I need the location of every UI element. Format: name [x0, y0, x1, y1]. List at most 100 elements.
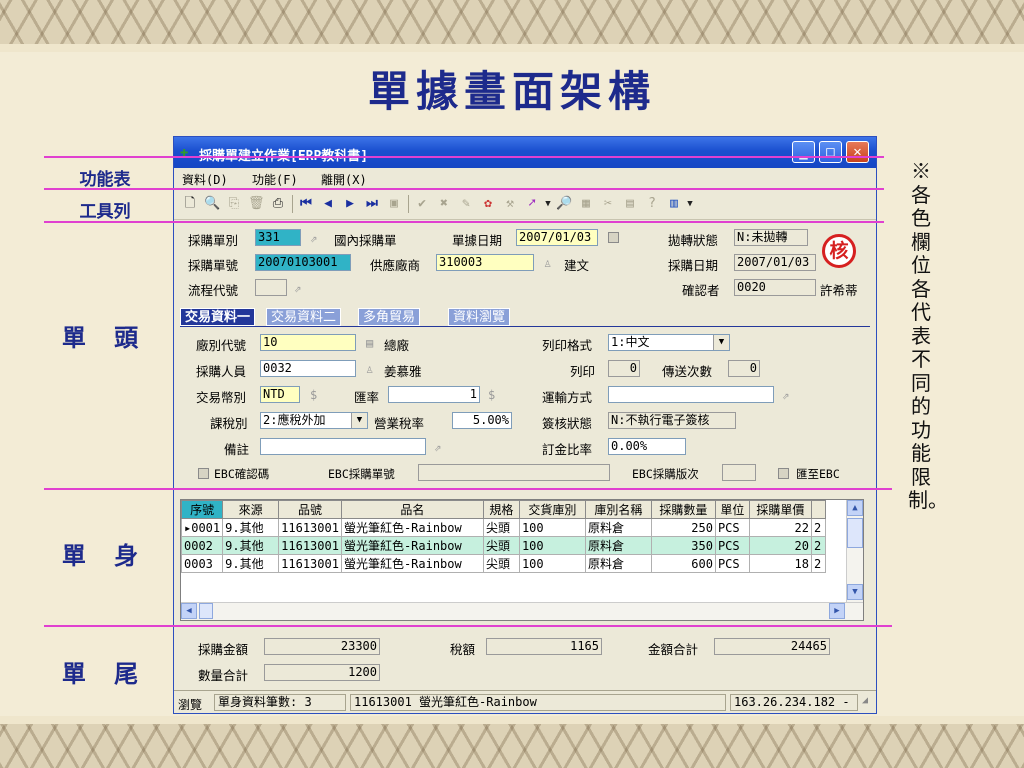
title-bar[interactable]: ✚ 採購單建立作業[ERP教科書] _ □ ✕	[174, 137, 876, 168]
attach-icon[interactable]: ✂	[600, 196, 616, 212]
calc-icon[interactable]: ▤	[622, 196, 638, 212]
order-no-field[interactable]: 20070103001	[255, 254, 351, 271]
vendor-field[interactable]: 310003	[436, 254, 534, 271]
deposit-field[interactable]: 0.00%	[608, 438, 686, 455]
tax-type-select[interactable]: 2:應稅外加 ▼	[260, 412, 368, 429]
previous-record-icon[interactable]: ◀	[320, 196, 336, 212]
table-row[interactable]: ▸0001 9.其他 11613001 螢光筆紅色-Rainbow 尖頭 100…	[181, 518, 826, 537]
resize-grip-icon[interactable]: ◢	[862, 695, 868, 706]
cell-source[interactable]: 9.其他	[222, 518, 280, 537]
cell-item-name[interactable]: 螢光筆紅色-Rainbow	[340, 518, 484, 537]
tab-triangle-trade[interactable]: 多角貿易	[358, 308, 421, 326]
cell-more[interactable]: 2	[810, 554, 826, 573]
print-format-select[interactable]: 1:中文 ▼	[608, 334, 730, 351]
confirm-icon[interactable]: ✔	[414, 196, 430, 212]
cell-warehouse-name[interactable]: 原料倉	[584, 554, 652, 573]
cell-qty[interactable]: 350	[650, 536, 716, 555]
search-icon[interactable]: 🔎	[556, 196, 572, 212]
cell-unit[interactable]: PCS	[714, 518, 750, 537]
help-icon[interactable]: ?	[644, 196, 660, 212]
doc-date-checkbox[interactable]	[608, 232, 619, 243]
buyer-field[interactable]: 0032	[260, 360, 356, 377]
cancel-icon[interactable]: ✖	[436, 196, 452, 212]
chevron-down-icon[interactable]: ▼	[713, 335, 729, 350]
ebc-code-checkbox[interactable]	[198, 468, 209, 479]
lookup-icon[interactable]: ⇗	[294, 281, 301, 295]
col-header[interactable]: 採購數量	[650, 500, 716, 519]
preview-icon[interactable]: 🔍	[204, 196, 220, 212]
new-icon[interactable]: 🗋	[182, 196, 198, 212]
chevron-right-icon[interactable]: ▶	[829, 603, 845, 619]
lookup-icon[interactable]: ⇗	[310, 231, 317, 245]
cell-source[interactable]: 9.其他	[222, 536, 280, 555]
cell-more[interactable]: 2	[810, 536, 826, 555]
cell-spec[interactable]: 尖頭	[482, 536, 520, 555]
cell-unit[interactable]: PCS	[714, 554, 750, 573]
menu-data[interactable]: 資料(D)	[182, 171, 228, 188]
order-type-field[interactable]: 331	[255, 229, 301, 246]
cell-price[interactable]: 18	[748, 554, 812, 573]
close-button[interactable]: ✕	[846, 141, 869, 163]
chevron-left-icon[interactable]: ◀	[181, 603, 197, 619]
cell-item-no[interactable]: 11613001	[278, 536, 342, 555]
minimize-button[interactable]: _	[792, 141, 815, 163]
tab-trade-2[interactable]: 交易資料二	[266, 308, 342, 326]
cell-seq[interactable]: 0002	[181, 536, 224, 555]
cell-spec[interactable]: 尖頭	[482, 518, 520, 537]
cell-more[interactable]: 2	[810, 518, 826, 537]
grid-icon[interactable]: ▦	[578, 196, 594, 212]
cell-qty[interactable]: 600	[650, 554, 716, 573]
cell-warehouse-name[interactable]: 原料倉	[584, 536, 652, 555]
cell-warehouse[interactable]: 100	[518, 554, 586, 573]
cell-unit[interactable]: PCS	[714, 536, 750, 555]
flow-field[interactable]	[255, 279, 287, 296]
table-row[interactable]: 0003 9.其他 11613001 螢光筆紅色-Rainbow 尖頭 100 …	[181, 554, 826, 573]
col-header[interactable]: 交貨庫別	[518, 500, 586, 519]
last-record-icon[interactable]: ⏭	[364, 196, 380, 212]
cell-warehouse[interactable]: 100	[518, 518, 586, 537]
cell-warehouse[interactable]: 100	[518, 536, 586, 555]
special-icon[interactable]: ✿	[480, 196, 496, 212]
cell-seq[interactable]: ▸0001	[181, 518, 224, 537]
tax-rate-field[interactable]: 5.00%	[452, 412, 512, 429]
col-header[interactable]: 採購單價	[748, 500, 812, 519]
chevron-down-icon[interactable]: ▼	[351, 413, 367, 428]
cell-item-name[interactable]: 螢光筆紅色-Rainbow	[340, 536, 484, 555]
lookup-icon[interactable]: ⇗	[782, 388, 789, 402]
cell-qty[interactable]: 250	[650, 518, 716, 537]
window-icon[interactable]: ▥	[666, 196, 682, 212]
cell-item-name[interactable]: 螢光筆紅色-Rainbow	[340, 554, 484, 573]
chevron-down-icon[interactable]: ▼	[847, 584, 863, 600]
cell-item-no[interactable]: 11613001	[278, 554, 342, 573]
query-icon[interactable]: ▣	[386, 196, 402, 212]
shipping-field[interactable]	[608, 386, 774, 403]
cell-source[interactable]: 9.其他	[222, 554, 280, 573]
tab-trade-1[interactable]: 交易資料一	[180, 308, 256, 326]
chevron-up-icon[interactable]: ▲	[847, 500, 863, 516]
maximize-button[interactable]: □	[819, 141, 842, 163]
tab-browse[interactable]: 資料瀏覽	[448, 308, 511, 326]
tool-icon[interactable]: ⚒	[502, 196, 518, 212]
chevron-down-icon[interactable]: ▼	[540, 196, 556, 212]
col-header[interactable]: 序號	[181, 500, 224, 519]
factory-field[interactable]: 10	[260, 334, 356, 351]
col-header[interactable]: 規格	[482, 500, 520, 519]
doc-date-field[interactable]: 2007/01/03	[516, 229, 598, 246]
cell-seq[interactable]: 0003	[181, 554, 224, 573]
vertical-scrollbar[interactable]: ▲ ▼	[846, 500, 863, 602]
table-row[interactable]: 0002 9.其他 11613001 螢光筆紅色-Rainbow 尖頭 100 …	[181, 536, 826, 555]
scroll-thumb[interactable]	[847, 518, 863, 548]
cell-spec[interactable]: 尖頭	[482, 554, 520, 573]
col-header[interactable]: 品名	[340, 500, 484, 519]
col-header[interactable]: 庫別名稱	[584, 500, 652, 519]
cell-price[interactable]: 20	[748, 536, 812, 555]
menu-function[interactable]: 功能(F)	[252, 171, 298, 188]
horizontal-scrollbar[interactable]: ◀ ▶	[181, 602, 863, 620]
cell-item-no[interactable]: 11613001	[278, 518, 342, 537]
first-record-icon[interactable]: ⏮	[298, 196, 314, 212]
scroll-thumb[interactable]	[199, 603, 213, 619]
print-icon[interactable]: ⎙	[270, 196, 286, 212]
copy-icon[interactable]: ⎘	[226, 196, 242, 212]
col-header[interactable]: 單位	[714, 500, 750, 519]
void-icon[interactable]: ✎	[458, 196, 474, 212]
